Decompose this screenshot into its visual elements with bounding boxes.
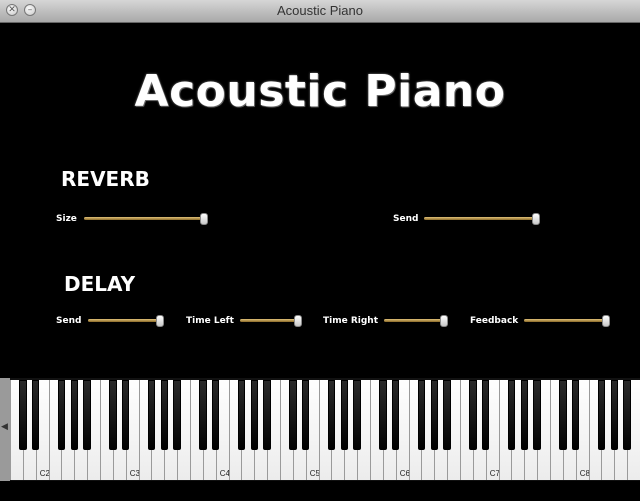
slider-thumb[interactable] [532, 213, 540, 225]
black-key[interactable] [443, 380, 451, 450]
slider-track [424, 217, 540, 220]
black-key[interactable] [597, 380, 606, 450]
black-key[interactable] [610, 380, 618, 450]
delay-section-title: DELAY [64, 272, 136, 296]
delay-feedback-label: Feedback [470, 316, 519, 326]
reverb-size-slider[interactable] [84, 213, 208, 225]
left-arrow-icon: ◀ [1, 422, 8, 432]
black-key[interactable] [571, 380, 580, 450]
slider-thumb[interactable] [200, 213, 208, 225]
black-key[interactable] [353, 380, 361, 450]
slider-thumb[interactable] [156, 315, 164, 327]
reverb-send-label: Send [393, 214, 419, 224]
black-key[interactable] [417, 380, 426, 450]
slider-thumb[interactable] [440, 315, 448, 327]
slider-track [88, 319, 164, 322]
black-key[interactable] [559, 380, 567, 450]
delay-time-right-slider[interactable] [384, 315, 448, 327]
slider-thumb[interactable] [294, 315, 302, 327]
black-key[interactable] [533, 380, 541, 450]
window-titlebar: ✕ – Acoustic Piano [0, 0, 640, 23]
black-key[interactable] [430, 380, 438, 450]
black-key[interactable] [109, 380, 117, 450]
black-key[interactable] [160, 380, 168, 450]
black-key[interactable] [481, 380, 490, 450]
black-key[interactable] [340, 380, 348, 450]
black-key[interactable] [327, 380, 336, 450]
slider-thumb[interactable] [602, 315, 610, 327]
black-key[interactable] [379, 380, 387, 450]
black-key[interactable] [57, 380, 66, 450]
black-key[interactable] [469, 380, 477, 450]
delay-time-left-slider[interactable] [240, 315, 302, 327]
keyboard-scroll-left-button[interactable]: ◀ [0, 378, 10, 481]
black-key[interactable] [19, 380, 27, 450]
black-key[interactable] [301, 380, 310, 450]
delay-feedback-slider[interactable] [524, 315, 610, 327]
black-key[interactable] [70, 380, 78, 450]
black-key[interactable] [173, 380, 181, 450]
piano-keyboard[interactable]: ◀ C2 C3 C4 C5 C6 C7 C8 [0, 378, 640, 481]
black-key[interactable] [199, 380, 207, 450]
black-key[interactable] [237, 380, 246, 450]
slider-track [84, 217, 208, 220]
delay-time-right-label: Time Right [323, 316, 379, 326]
delay-time-left-label: Time Left [186, 316, 234, 326]
black-key[interactable] [391, 380, 400, 450]
black-key[interactable] [623, 380, 631, 450]
bottom-bar [0, 481, 640, 501]
black-key[interactable] [31, 380, 40, 450]
black-key[interactable] [507, 380, 516, 450]
reverb-section-title: REVERB [61, 167, 150, 191]
delay-send-slider[interactable] [88, 315, 164, 327]
page-title: Acoustic Piano [134, 66, 506, 117]
black-key[interactable] [289, 380, 297, 450]
slider-track [524, 319, 610, 322]
black-key[interactable] [250, 380, 258, 450]
reverb-size-label: Size [56, 214, 77, 224]
black-key[interactable] [147, 380, 156, 450]
delay-send-label: Send [56, 316, 82, 326]
black-key[interactable] [121, 380, 130, 450]
slider-track [384, 319, 448, 322]
black-key[interactable] [83, 380, 91, 450]
slider-track [240, 319, 302, 322]
black-key[interactable] [211, 380, 220, 450]
black-key[interactable] [263, 380, 271, 450]
window-title: Acoustic Piano [277, 3, 363, 18]
reverb-send-slider[interactable] [424, 213, 540, 225]
black-key[interactable] [520, 380, 528, 450]
